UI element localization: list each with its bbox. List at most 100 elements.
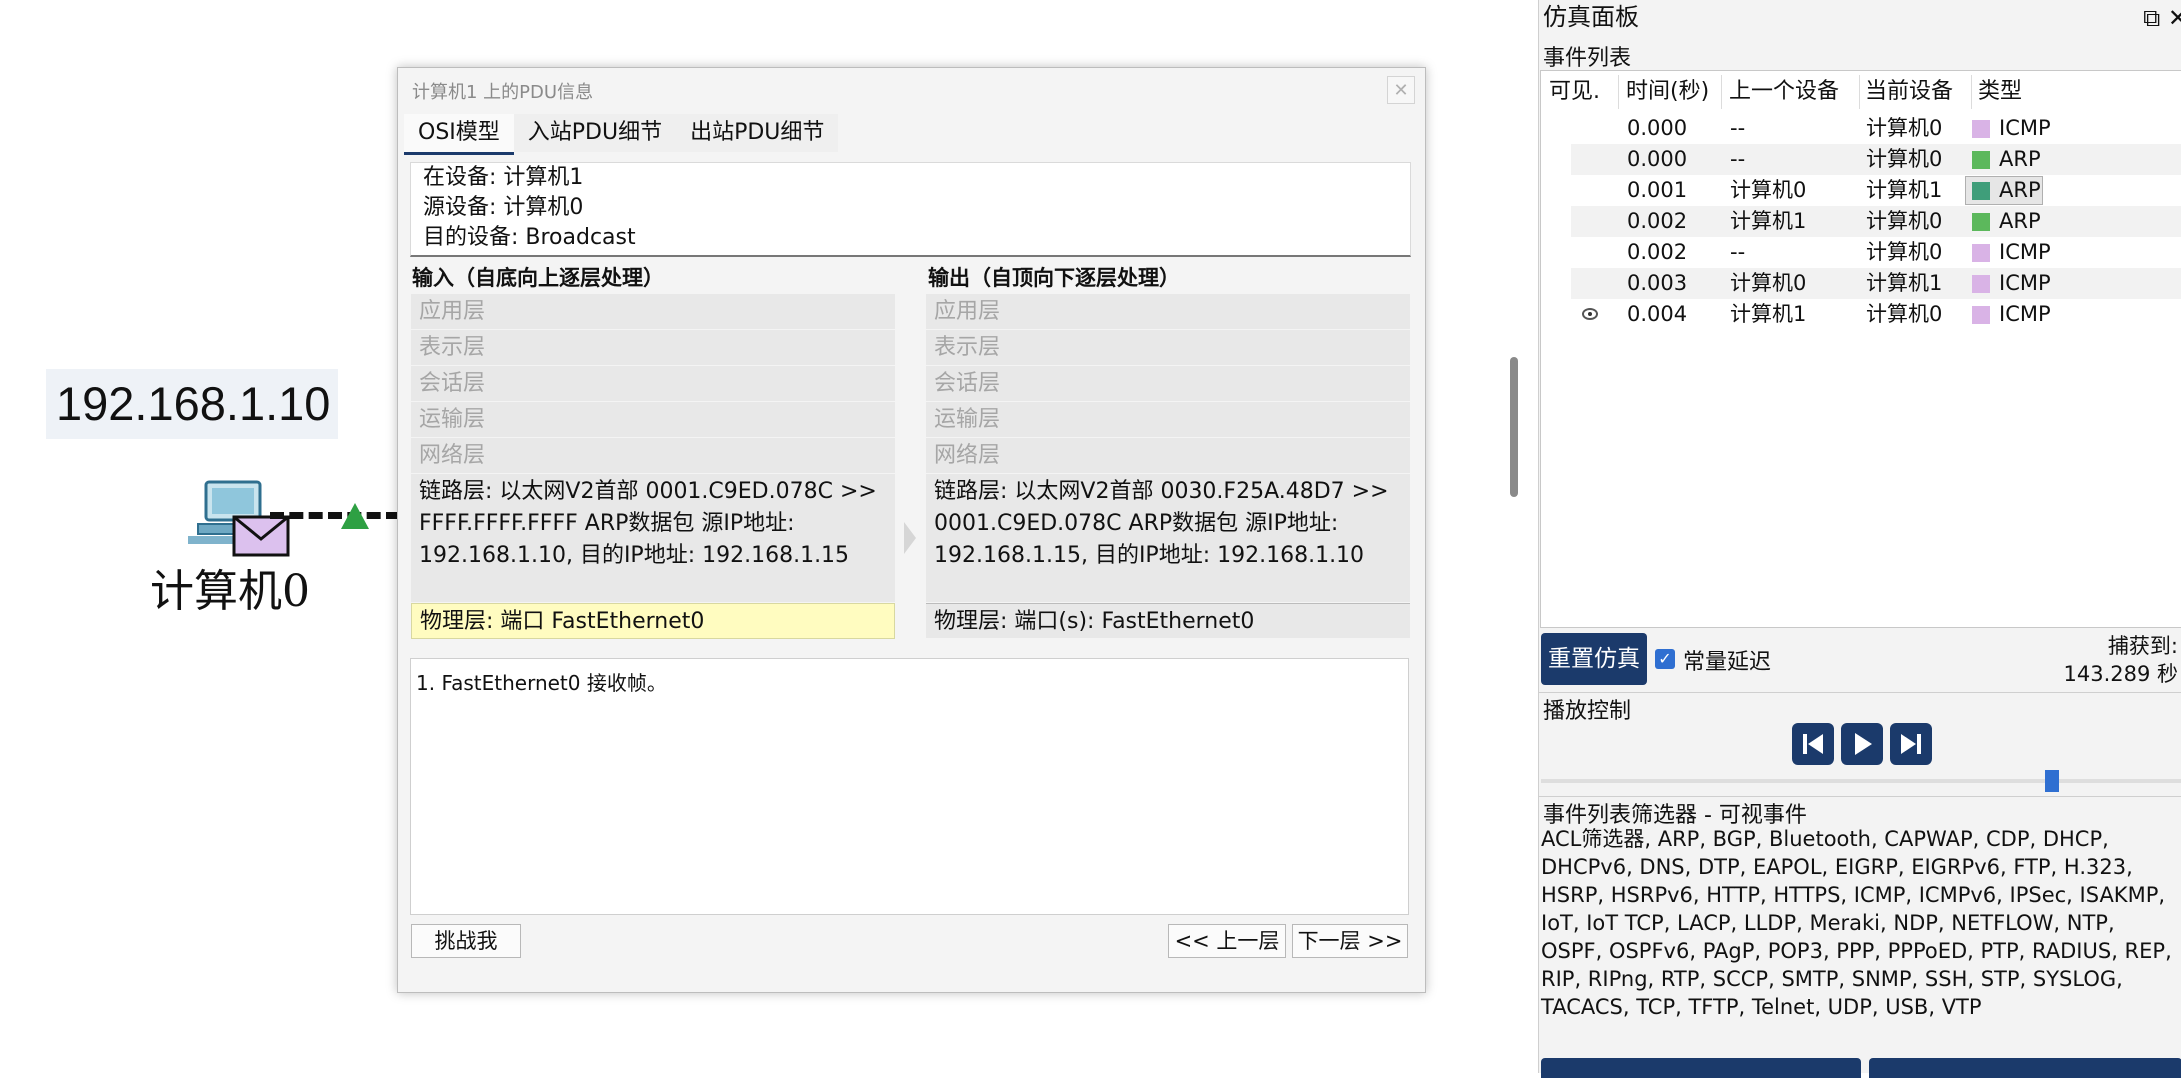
event-row[interactable]: 0.000 -- 计算机0 ARP — [1571, 144, 2181, 175]
input-column-header: 输入（自底向上逐层处理） — [412, 265, 664, 290]
col-visible[interactable]: 可见. — [1549, 71, 1600, 113]
link-status-icon — [341, 503, 369, 529]
panel-title: 仿真面板 — [1543, 3, 1639, 31]
in-layer-application[interactable]: 应用层 — [411, 294, 895, 330]
device-info-box: 在设备: 计算机1 源设备: 计算机0 目的设备: Broadcast — [410, 162, 1411, 257]
event-current-device: 计算机1 — [1866, 178, 1943, 202]
dialog-tabs: OSI模型 入站PDU细节 出站PDU细节 — [404, 114, 839, 155]
event-last-device: 计算机0 — [1730, 271, 1807, 295]
eye-icon[interactable] — [1582, 308, 1598, 320]
output-layer-column: 应用层 表示层 会话层 运输层 网络层 链路层: 以太网V2首部 0030.F2… — [926, 294, 1410, 639]
tab-osi-model[interactable]: OSI模型 — [404, 114, 514, 155]
prev-layer-button[interactable]: << 上一层 — [1168, 924, 1286, 958]
event-time: 0.003 — [1627, 271, 1688, 295]
skip-back-icon — [1803, 734, 1823, 754]
simulation-panel: 仿真面板 ⧉ ✕ 事件列表 可见. 时间(秒) 上一个设备 当前设备 类型 0.… — [1538, 0, 2181, 1078]
event-row[interactable]: 0.002 计算机1 计算机0 ARP — [1571, 206, 2181, 237]
event-type: ICMP — [1999, 271, 2051, 295]
in-layer-transport[interactable]: 运输层 — [411, 402, 895, 438]
event-last-device: 计算机1 — [1730, 209, 1807, 233]
challenge-button[interactable]: 挑战我 — [411, 924, 521, 958]
protocol-color-swatch — [1972, 213, 1990, 231]
in-layer-physical[interactable]: 物理层: 端口 FastEthernet0 — [411, 603, 895, 639]
col-current-device[interactable]: 当前设备 — [1865, 71, 1953, 113]
event-type: ICMP — [1999, 240, 2051, 264]
at-device-text: 在设备: 计算机1 — [423, 165, 584, 190]
restore-icon[interactable]: ⧉ — [2143, 4, 2160, 32]
out-layer-session[interactable]: 会话层 — [926, 366, 1410, 402]
envelope-icon[interactable] — [232, 515, 292, 559]
in-layer-network[interactable]: 网络层 — [411, 438, 895, 474]
event-type: ICMP — [1999, 302, 2051, 326]
event-current-device: 计算机0 — [1866, 240, 1943, 264]
event-type: ARP — [1999, 209, 2041, 233]
event-row[interactable]: 0.002 -- 计算机0 ICMP — [1571, 237, 2181, 268]
out-layer-physical[interactable]: 物理层: 端口(s): FastEthernet0 — [926, 603, 1410, 639]
event-current-device: 计算机0 — [1866, 302, 1943, 326]
event-current-device: 计算机0 — [1866, 147, 1943, 171]
tab-outbound-pdu[interactable]: 出站PDU细节 — [676, 114, 839, 152]
dest-device-text: 目的设备: Broadcast — [423, 225, 636, 250]
out-layer-transport[interactable]: 运输层 — [926, 402, 1410, 438]
out-layer-presentation[interactable]: 表示层 — [926, 330, 1410, 366]
layer-description: 1. FastEthernet0 接收帧。 — [410, 658, 1409, 915]
col-time[interactable]: 时间(秒) — [1626, 71, 1709, 113]
step-forward-button[interactable] — [1890, 723, 1932, 765]
next-layer-button[interactable]: 下一层 >> — [1292, 924, 1408, 958]
play-button[interactable] — [1841, 723, 1883, 765]
close-icon[interactable]: ✕ — [1387, 76, 1415, 104]
source-device-text: 源设备: 计算机0 — [423, 195, 584, 220]
device-ip-label: 192.168.1.10 — [46, 369, 338, 439]
event-list-table: 可见. 时间(秒) 上一个设备 当前设备 类型 0.000 -- 计算机0 ICMP 0… — [1540, 70, 2181, 628]
splitter-handle[interactable] — [1510, 357, 1518, 497]
close-panel-icon[interactable]: ✕ — [2168, 4, 2181, 32]
event-last-device: -- — [1730, 147, 1746, 171]
event-last-device: 计算机1 — [1730, 302, 1807, 326]
tab-inbound-pdu[interactable]: 入站PDU细节 — [513, 114, 677, 152]
event-time: 0.002 — [1627, 209, 1688, 233]
event-row[interactable]: 0.001 计算机0 计算机1 ARP — [1571, 175, 2181, 206]
event-last-device: -- — [1730, 240, 1746, 264]
out-layer-link[interactable]: 链路层: 以太网V2首部 0030.F25A.48D7 >> 0001.C9ED… — [926, 474, 1410, 603]
step-back-button[interactable] — [1792, 723, 1834, 765]
playback-title: 播放控制 — [1543, 699, 1632, 724]
event-list-title: 事件列表 — [1543, 46, 1632, 71]
event-current-device: 计算机0 — [1866, 116, 1943, 140]
event-row[interactable]: 0.003 计算机0 计算机1 ICMP — [1571, 268, 2181, 299]
event-type: ARP — [1999, 178, 2041, 202]
show-all-button[interactable] — [1869, 1058, 2181, 1078]
protocol-color-swatch — [1972, 306, 1990, 324]
event-current-device: 计算机1 — [1866, 271, 1943, 295]
event-time: 0.000 — [1627, 147, 1688, 171]
speed-slider-thumb[interactable] — [2045, 770, 2059, 792]
event-type: ICMP — [1999, 116, 2051, 140]
event-row[interactable]: 0.004 计算机1 计算机0 ICMP — [1571, 299, 2181, 330]
out-layer-application[interactable]: 应用层 — [926, 294, 1410, 330]
protocol-color-swatch — [1972, 182, 1990, 200]
captured-label: 捕获到: — [2107, 634, 2178, 658]
event-last-device: -- — [1730, 116, 1746, 140]
col-last-device[interactable]: 上一个设备 — [1729, 71, 1839, 113]
protocol-color-swatch — [1972, 151, 1990, 169]
speed-slider-track[interactable] — [1541, 779, 2181, 783]
protocol-color-swatch — [1972, 120, 1990, 138]
out-layer-network[interactable]: 网络层 — [926, 438, 1410, 474]
pc-name-label: 计算机0 — [150, 566, 310, 617]
in-layer-link[interactable]: 链路层: 以太网V2首部 0001.C9ED.078C >> FFFF.FFFF… — [411, 474, 895, 603]
event-current-device: 计算机0 — [1866, 209, 1943, 233]
event-row[interactable]: 0.000 -- 计算机0 ICMP — [1571, 113, 2181, 144]
event-time: 0.001 — [1627, 178, 1688, 202]
window-controls: ⧉ ✕ — [2143, 4, 2181, 32]
in-layer-presentation[interactable]: 表示层 — [411, 330, 895, 366]
flow-arrow-icon — [904, 522, 916, 554]
event-time: 0.002 — [1627, 240, 1688, 264]
protocol-color-swatch — [1972, 244, 1990, 262]
event-time: 0.000 — [1627, 116, 1688, 140]
in-layer-session[interactable]: 会话层 — [411, 366, 895, 402]
edit-filter-button[interactable] — [1541, 1058, 1861, 1078]
event-type: ARP — [1999, 147, 2041, 171]
constant-delay-checkbox[interactable]: ✓ — [1655, 649, 1675, 669]
reset-simulation-button[interactable]: 重置仿真 — [1541, 633, 1647, 685]
col-type[interactable]: 类型 — [1978, 71, 2022, 113]
play-icon — [1855, 733, 1872, 755]
